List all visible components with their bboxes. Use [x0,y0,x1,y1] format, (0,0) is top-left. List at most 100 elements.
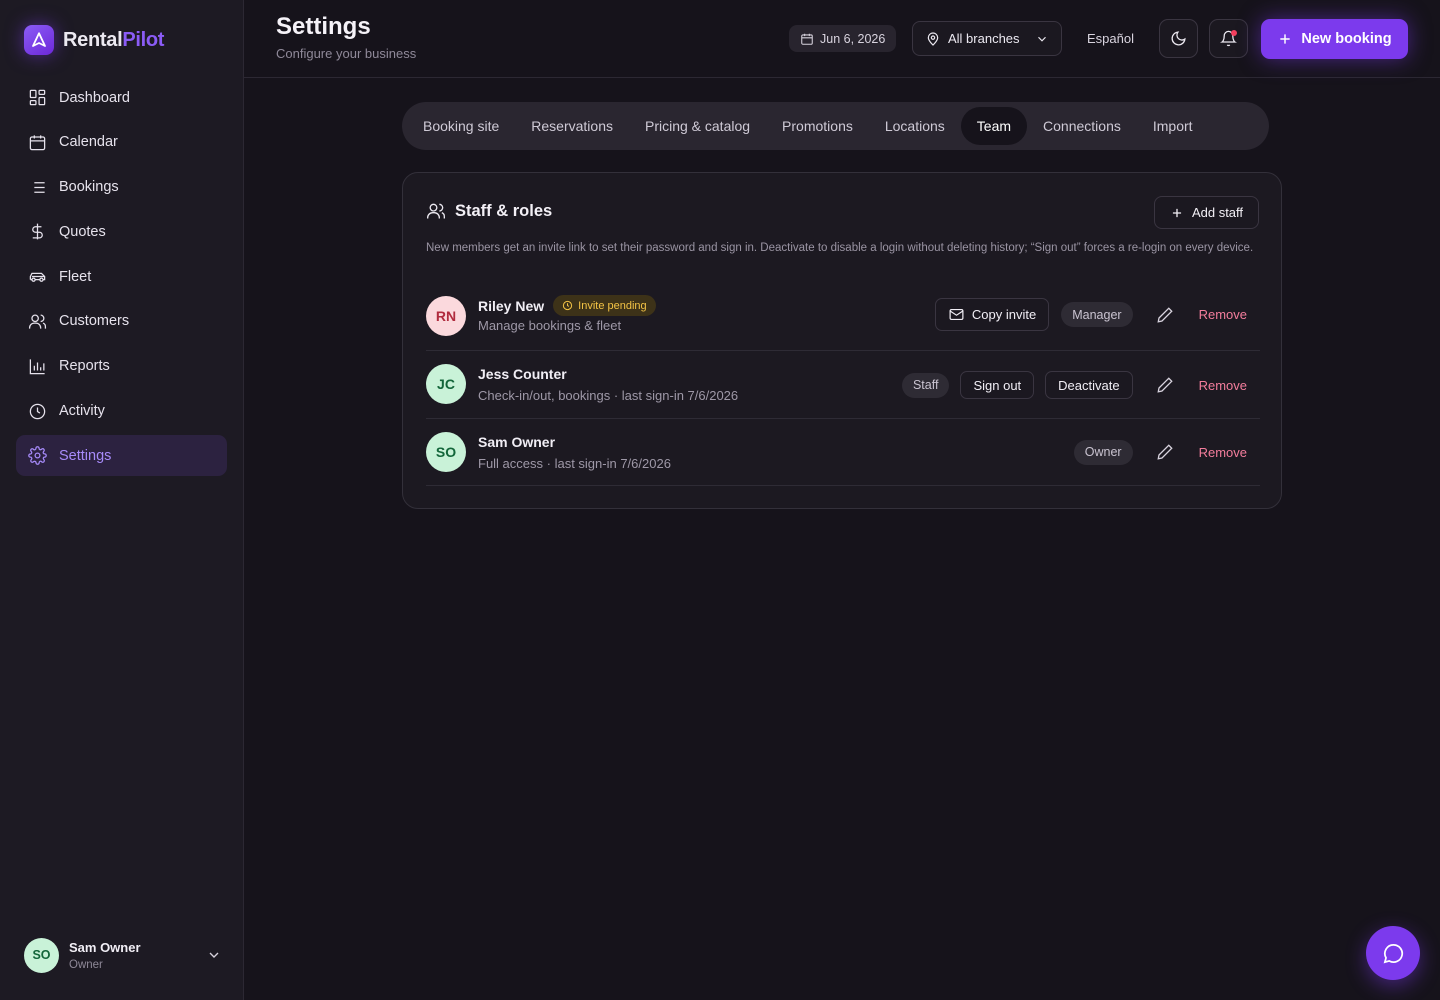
new-booking-button[interactable]: New booking [1261,19,1408,59]
sidebar-item-label: Bookings [59,179,119,196]
edit-button[interactable] [1147,300,1183,330]
theme-toggle-button[interactable] [1159,19,1198,58]
sidebar-item-calendar[interactable]: Calendar [16,122,227,163]
users-icon [28,314,47,329]
clock-icon [563,300,573,311]
chevron-down-icon [209,952,219,958]
brand-name: RentalPilot [63,28,165,51]
language-toggle[interactable]: Español [1087,31,1134,46]
chevron-down-icon [1038,36,1046,42]
card-description: New members get an invite link to set th… [426,242,1254,254]
sidebar: RentalPilot Dashboard Calendar Bookings … [0,0,244,1000]
plus-icon [1280,34,1291,44]
sidebar-item-label: Calendar [59,134,118,151]
car-icon [29,272,46,283]
notification-dot [1231,30,1237,36]
remove-button[interactable]: Remove [1199,307,1247,322]
sidebar-item-fleet[interactable]: Fleet [16,256,227,297]
user-role: Owner [69,958,103,971]
sidebar-item-label: Activity [59,403,105,420]
card-title: Staff & roles [455,201,553,220]
sidebar-item-customers[interactable]: Customers [16,301,227,342]
avatar: RN [426,296,466,336]
tab-locations[interactable]: Locations [869,107,961,145]
card-header: Staff & roles [426,201,552,221]
role-badge: Manager [1061,302,1133,327]
sign-out-button[interactable]: Sign out [960,371,1035,399]
table-row: SO Sam Owner Full access · last sign-in … [426,419,1260,486]
logo-icon [24,25,54,55]
gear-icon [28,446,47,466]
sidebar-item-bookings[interactable]: Bookings [16,167,227,208]
chat-button[interactable] [1366,926,1420,980]
status-badge: Invite pending [553,295,656,316]
user-name: Sam Owner [69,939,141,955]
copy-invite-button[interactable]: Copy invite [934,298,1050,331]
page-subtitle: Configure your business [276,46,417,61]
calendar-icon [801,33,813,45]
date-picker[interactable]: Jun 6, 2026 [789,25,897,52]
sidebar-item-settings[interactable]: Settings [16,435,227,477]
avatar: JC [426,364,466,404]
sidebar-item-quotes[interactable]: Quotes [16,211,227,252]
user-menu[interactable]: SO Sam Owner Owner [24,936,222,974]
member-description: Check-in/out, bookings · last sign-in 7/… [478,388,739,403]
edit-button[interactable] [1147,437,1183,467]
sidebar-item-label: Quotes [59,223,106,240]
avatar: SO [426,432,466,472]
role-badge: Staff [901,372,950,398]
deactivate-button[interactable]: Deactivate [1045,371,1133,399]
pencil-icon [1157,444,1173,460]
brand[interactable]: RentalPilot [24,25,164,55]
add-staff-button[interactable]: Add staff [1154,196,1259,229]
tab-promotions[interactable]: Promotions [766,107,869,145]
dashboard-icon [29,89,46,106]
tab-reservations[interactable]: Reservations [515,107,629,145]
edit-button[interactable] [1147,370,1183,400]
table-row: RN Riley New Invite pending Manage booki… [426,287,1260,351]
status-badge-label: Invite pending [578,299,647,312]
clock-icon [29,403,46,419]
sidebar-item-label: Reports [59,358,110,375]
add-staff-label: Add staff [1191,205,1244,220]
pencil-icon [1157,377,1173,393]
staff-roles-card: Staff & roles Add staff New members get … [402,172,1282,509]
notifications-button[interactable] [1209,19,1248,58]
list-icon [30,181,45,193]
map-pin-icon [927,31,939,46]
remove-button[interactable]: Remove [1199,378,1247,393]
tab-connections[interactable]: Connections [1027,107,1137,145]
sidebar-nav: Dashboard Calendar Bookings Quotes Fleet… [16,77,227,480]
calendar-icon [29,135,46,151]
sidebar-item-reports[interactable]: Reports [16,346,227,387]
branch-label: All branches [948,31,1020,46]
branch-select[interactable]: All branches [912,21,1062,56]
tab-booking-site[interactable]: Booking site [407,107,515,145]
top-header: Settings Configure your business Jun 6, … [244,0,1440,78]
avatar: SO [24,937,59,973]
mail-icon [949,308,964,321]
member-description: Full access · last sign-in 7/6/2026 [478,456,671,471]
chat-icon [1383,943,1403,963]
users-icon [427,203,445,219]
moon-icon [1171,31,1186,46]
tab-team[interactable]: Team [960,107,1028,145]
sidebar-item-label: Fleet [59,268,92,285]
pencil-icon [1157,306,1173,323]
dollar-icon [32,223,43,240]
remove-button[interactable]: Remove [1199,445,1247,460]
sidebar-item-label: Dashboard [59,89,130,106]
copy-invite-label: Copy invite [971,307,1037,322]
sidebar-item-activity[interactable]: Activity [16,391,227,432]
sidebar-item-label: Customers [59,313,130,330]
role-badge: Owner [1073,439,1133,465]
page-title: Settings [276,13,371,40]
member-name: Sam Owner [478,434,556,450]
plus-icon [1172,208,1182,217]
sidebar-item-label: Settings [59,447,112,464]
bar-chart-icon [29,359,45,375]
member-name: Riley New [478,297,545,314]
tab-import[interactable]: Import [1137,107,1209,145]
sidebar-item-dashboard[interactable]: Dashboard [16,77,227,118]
tab-pricing-catalog[interactable]: Pricing & catalog [629,107,766,145]
